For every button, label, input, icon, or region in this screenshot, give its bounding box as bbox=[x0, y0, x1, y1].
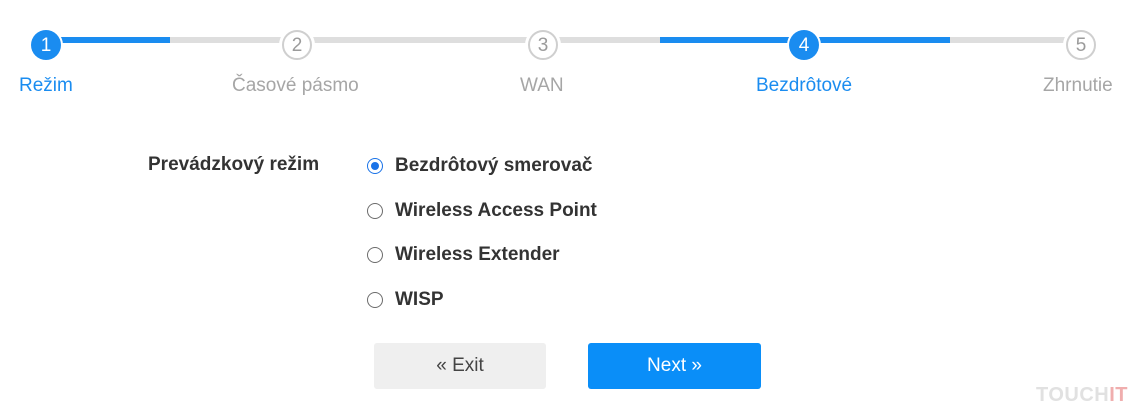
stepper-track-segment-4 bbox=[950, 37, 1080, 43]
mode-option-label: Wireless Extender bbox=[395, 244, 560, 265]
step-2-label[interactable]: Časové pásmo bbox=[232, 75, 359, 97]
mode-option-extender[interactable]: Wireless Extender bbox=[367, 242, 560, 268]
step-4-label[interactable]: Bezdrôtové bbox=[756, 75, 852, 97]
step-3-number: 3 bbox=[537, 34, 549, 56]
step-5-number: 5 bbox=[1075, 34, 1087, 56]
mode-option-wireless-router[interactable]: Bezdrôtový smerovač bbox=[367, 153, 592, 179]
step-1-label[interactable]: Režim bbox=[19, 75, 73, 97]
touchit-watermark: TOUCHIT bbox=[1036, 384, 1128, 407]
mode-option-access-point[interactable]: Wireless Access Point bbox=[367, 198, 597, 224]
radio-extender[interactable] bbox=[367, 247, 383, 263]
mode-option-label: Wireless Access Point bbox=[395, 200, 597, 221]
stepper-track-segment-2 bbox=[170, 37, 660, 43]
step-5-label[interactable]: Zhrnutie bbox=[1043, 75, 1113, 97]
step-1-number: 1 bbox=[40, 34, 52, 56]
setup-wizard-stepper: 1 Režim 2 Časové pásmo 3 WAN 4 Bezdrôtov… bbox=[0, 0, 1134, 110]
step-2-circle[interactable]: 2 bbox=[282, 30, 312, 60]
watermark-prefix: TOUCH bbox=[1036, 384, 1110, 406]
next-button[interactable]: Next » bbox=[588, 343, 761, 389]
mode-option-label: WISP bbox=[395, 289, 444, 310]
step-3-circle[interactable]: 3 bbox=[528, 30, 558, 60]
step-3-label[interactable]: WAN bbox=[520, 75, 564, 97]
watermark-accent: IT bbox=[1109, 384, 1129, 406]
step-4-circle[interactable]: 4 bbox=[789, 30, 819, 60]
exit-button[interactable]: « Exit bbox=[374, 343, 546, 389]
step-5-circle[interactable]: 5 bbox=[1066, 30, 1096, 60]
mode-option-label: Bezdrôtový smerovač bbox=[395, 155, 593, 176]
operating-mode-label: Prevádzkový režim bbox=[148, 154, 320, 175]
radio-wisp[interactable] bbox=[367, 292, 383, 308]
stepper-track-segment-1 bbox=[46, 37, 170, 43]
mode-option-wisp[interactable]: WISP bbox=[367, 287, 444, 313]
radio-access-point[interactable] bbox=[367, 203, 383, 219]
step-4-number: 4 bbox=[798, 34, 810, 56]
radio-wireless-router[interactable] bbox=[367, 158, 383, 174]
step-1-circle[interactable]: 1 bbox=[31, 30, 61, 60]
step-2-number: 2 bbox=[291, 34, 303, 56]
